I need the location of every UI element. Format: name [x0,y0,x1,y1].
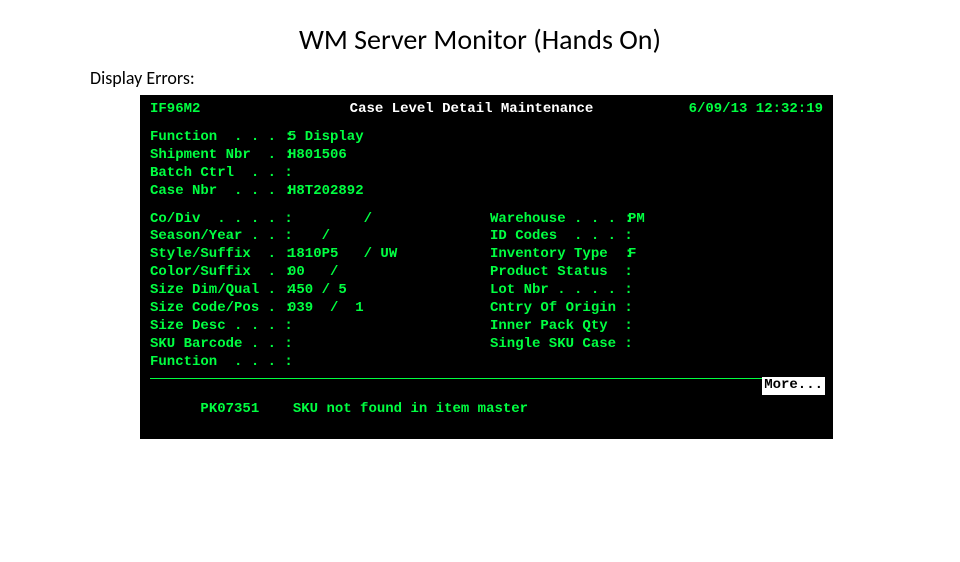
field-label: Inventory Type : [490,246,628,264]
field-cntry-origin: Cntry Of Origin : [490,300,823,318]
top-field-block: Function . . . : 5 Display Shipment Nbr … [150,129,823,201]
field-inventory-type: Inventory Type :F [490,246,823,264]
terminal-container: IF96M2 Case Level Detail Maintenance 6/0… [140,95,960,439]
field-label: Style/Suffix . : [150,246,288,264]
field-case-nbr: Case Nbr . . . : H8T202892 [150,183,823,201]
field-value: PM [628,211,645,229]
field-label: ID Codes . . . : [490,228,628,246]
field-value: 00 / [288,264,338,282]
field-size-code-pos: Size Code/Pos . :039 / 1 [150,300,490,318]
field-label: Warehouse . . . : [490,211,628,229]
divider [150,378,823,379]
field-label: Product Status : [490,264,628,282]
field-inner-pack-qty: Inner Pack Qty : [490,318,823,336]
field-value: / [288,228,330,246]
status-code: PK07351 [200,401,259,417]
field-label: Single SKU Case : [490,336,628,354]
field-value: 1810P5 / UW [288,246,397,264]
field-season-year: Season/Year . . : / [150,228,490,246]
screen-title: Case Level Detail Maintenance [270,101,673,119]
field-single-sku-case: Single SKU Case : [490,336,823,354]
field-label: Co/Div . . . . : [150,211,288,229]
slide-title: WM Server Monitor (Hands On) [0,22,960,57]
status-spacer [259,401,293,417]
field-shipment-nbr: Shipment Nbr . : H801506 [150,147,823,165]
field-function-2: Function . . . : [150,354,490,372]
field-label: Color/Suffix . : [150,264,288,282]
field-label: Season/Year . . : [150,228,288,246]
left-column: Co/Div . . . . : / Season/Year . . : / S… [150,211,490,372]
field-lot-nbr: Lot Nbr . . . . : [490,282,823,300]
field-label: Function . . . : [150,129,288,147]
field-style-suffix: Style/Suffix . :1810P5 / UW [150,246,490,264]
status-line: PK07351 SKU not found in item master [150,383,823,437]
more-indicator[interactable]: More... [762,377,825,395]
field-warehouse: Warehouse . . . :PM [490,211,823,229]
field-label: Size Code/Pos . : [150,300,288,318]
field-label: Cntry Of Origin : [490,300,628,318]
detail-columns: Co/Div . . . . : / Season/Year . . : / S… [150,211,823,372]
field-product-status: Product Status : [490,264,823,282]
field-function: Function . . . : 5 Display [150,129,823,147]
field-value: F [628,246,636,264]
field-sku-barcode: SKU Barcode . . : [150,336,490,354]
field-co-div: Co/Div . . . . : / [150,211,490,229]
field-label: Function . . . : [150,354,288,372]
screen-id: IF96M2 [150,101,270,119]
field-batch-ctrl: Batch Ctrl . . : [150,165,823,183]
field-id-codes: ID Codes . . . : [490,228,823,246]
field-label: Case Nbr . . . : [150,183,288,201]
status-text: SKU not found in item master [293,401,528,417]
field-value: 039 / 1 [288,300,364,318]
terminal-screen: IF96M2 Case Level Detail Maintenance 6/0… [140,95,833,439]
field-label: Batch Ctrl . . : [150,165,288,183]
subheading: Display Errors: [90,67,960,89]
field-color-suffix: Color/Suffix . :00 / [150,264,490,282]
terminal-header: IF96M2 Case Level Detail Maintenance 6/0… [150,101,823,119]
field-label: Shipment Nbr . : [150,147,288,165]
field-label: Size Dim/Qual . : [150,282,288,300]
right-column: Warehouse . . . :PM ID Codes . . . : Inv… [490,211,823,372]
timestamp: 6/09/13 12:32:19 [673,101,823,119]
field-value: 5 Display [288,129,364,147]
field-label: SKU Barcode . . : [150,336,288,354]
field-value: H801506 [288,147,347,165]
field-size-desc: Size Desc . . . : [150,318,490,336]
field-value: 450 / 5 [288,282,347,300]
field-size-dim-qual: Size Dim/Qual . :450 / 5 [150,282,490,300]
field-value: / [288,211,372,229]
field-label: Size Desc . . . : [150,318,288,336]
field-label: Inner Pack Qty : [490,318,628,336]
field-value: H8T202892 [288,183,364,201]
field-label: Lot Nbr . . . . : [490,282,628,300]
